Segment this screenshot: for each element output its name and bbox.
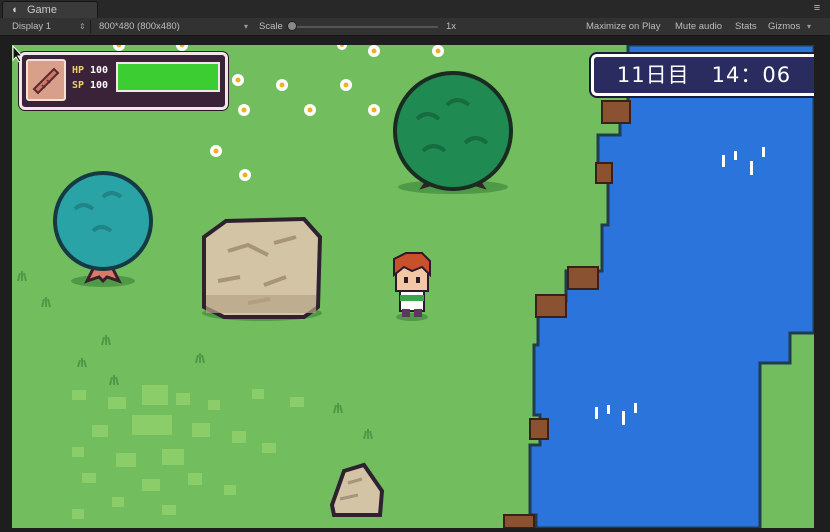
sp-label: SP — [72, 80, 85, 91]
scale-value: 1x — [446, 21, 457, 32]
day-clock-text: 11日目 14：06 — [616, 63, 792, 87]
resolution-dropdown-icon: ▾ — [244, 22, 249, 31]
scale-label: Scale — [259, 21, 283, 32]
maximize-on-play-toggle[interactable]: Maximize on Play — [586, 18, 660, 35]
display-select-label: Display 1 — [12, 21, 52, 32]
status-hud: HP 100 SP 100 — [19, 52, 228, 110]
display-select[interactable]: Display 1 — [12, 18, 51, 35]
game-view-area: HP 100 SP 100 11日目 14：06 — [0, 36, 830, 532]
mute-audio-toggle[interactable]: Mute audio — [675, 18, 722, 35]
toolbar-divider — [90, 20, 91, 33]
game-viewport[interactable]: HP 100 SP 100 11日目 14：06 — [12, 45, 814, 528]
tab-menu-icon[interactable]: ≡ — [810, 2, 824, 14]
tab-game[interactable]: ◖ Game — [2, 1, 98, 18]
game-toolbar: Display 1 ⇕ 800*480 (800x480) ▾ Scale 1x… — [0, 18, 830, 36]
stats-toggle[interactable]: Stats — [735, 18, 757, 35]
sp-value: 100 — [90, 80, 109, 91]
pacman-icon: ◖ — [11, 4, 18, 16]
hp-label: HP — [72, 65, 85, 76]
tab-game-label: Game — [27, 4, 57, 16]
gizmos-button[interactable]: Gizmos — [768, 18, 800, 35]
day-clock-panel: 11日目 14：06 — [591, 54, 814, 96]
weapon-slot[interactable] — [26, 59, 66, 101]
large-boulder — [202, 216, 323, 321]
resolution-select-label: 800*480 (800x480) — [99, 21, 180, 32]
mouse-cursor-icon — [12, 45, 24, 63]
scale-slider-handle[interactable] — [287, 21, 297, 31]
editor-tab-bar: ◖ Game ≡ — [0, 0, 830, 19]
resolution-select[interactable]: 800*480 (800x480) — [99, 18, 180, 35]
wooden-club-icon — [32, 67, 60, 95]
hp-value: 100 — [90, 65, 109, 76]
hp-bar-fill — [118, 64, 218, 90]
scale-slider-track[interactable] — [288, 26, 438, 28]
game-scene — [12, 45, 814, 528]
player-character — [393, 252, 431, 321]
display-select-arrow-icon: ⇕ — [79, 22, 86, 31]
hp-bar — [116, 62, 220, 92]
gizmos-dropdown-icon[interactable]: ▾ — [807, 18, 811, 35]
